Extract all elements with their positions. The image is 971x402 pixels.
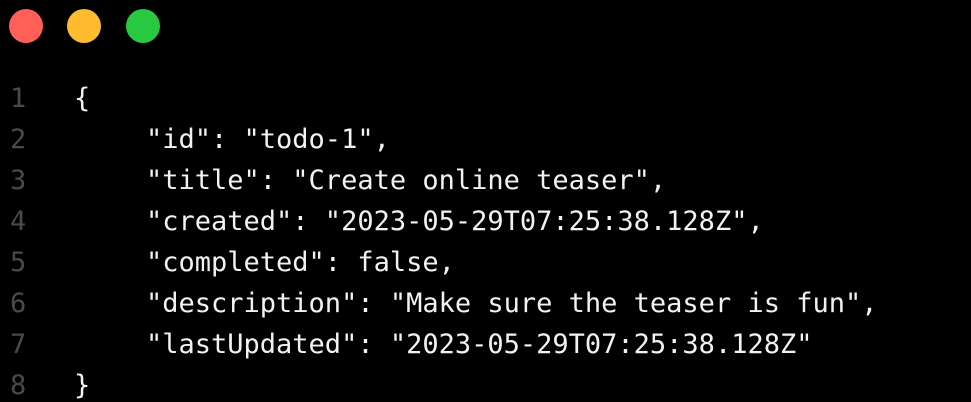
code-line: 7 "lastUpdated": "2023-05-29T07:25:38.12… <box>0 324 971 365</box>
code-window: 1 { 2 "id": "todo-1", 3 "title": "Create… <box>0 0 971 402</box>
line-number: 1 <box>10 83 27 114</box>
line-number: 2 <box>10 124 27 155</box>
code-line: 5 "completed": false, <box>0 242 971 283</box>
code-text: "created": "2023-05-29T07:25:38.128Z", <box>146 206 764 237</box>
code-editor: 1 { 2 "id": "todo-1", 3 "title": "Create… <box>0 78 971 402</box>
line-number: 7 <box>10 329 27 360</box>
code-line: 6 "description": "Make sure the teaser i… <box>0 283 971 324</box>
code-line: 3 "title": "Create online teaser", <box>0 160 971 201</box>
code-text: } <box>74 370 91 401</box>
code-line: 2 "id": "todo-1", <box>0 119 971 160</box>
code-line: 4 "created": "2023-05-29T07:25:38.128Z", <box>0 201 971 242</box>
line-number: 5 <box>10 247 27 278</box>
code-text: "title": "Create online teaser", <box>146 165 667 196</box>
code-text: "completed": false, <box>146 247 455 278</box>
maximize-window-button[interactable] <box>126 9 160 43</box>
code-text: "description": "Make sure the teaser is … <box>146 288 878 319</box>
code-text: { <box>74 83 91 114</box>
code-line: 1 { <box>0 78 971 119</box>
code-text: "id": "todo-1", <box>146 124 390 155</box>
line-number: 6 <box>10 288 27 319</box>
minimize-window-button[interactable] <box>67 9 101 43</box>
close-window-button[interactable] <box>9 9 43 43</box>
line-number: 3 <box>10 165 27 196</box>
line-number: 4 <box>10 206 27 237</box>
window-titlebar <box>0 0 971 52</box>
code-text: "lastUpdated": "2023-05-29T07:25:38.128Z… <box>146 329 813 360</box>
code-line: 8 } <box>0 365 971 402</box>
line-number: 8 <box>10 370 27 401</box>
